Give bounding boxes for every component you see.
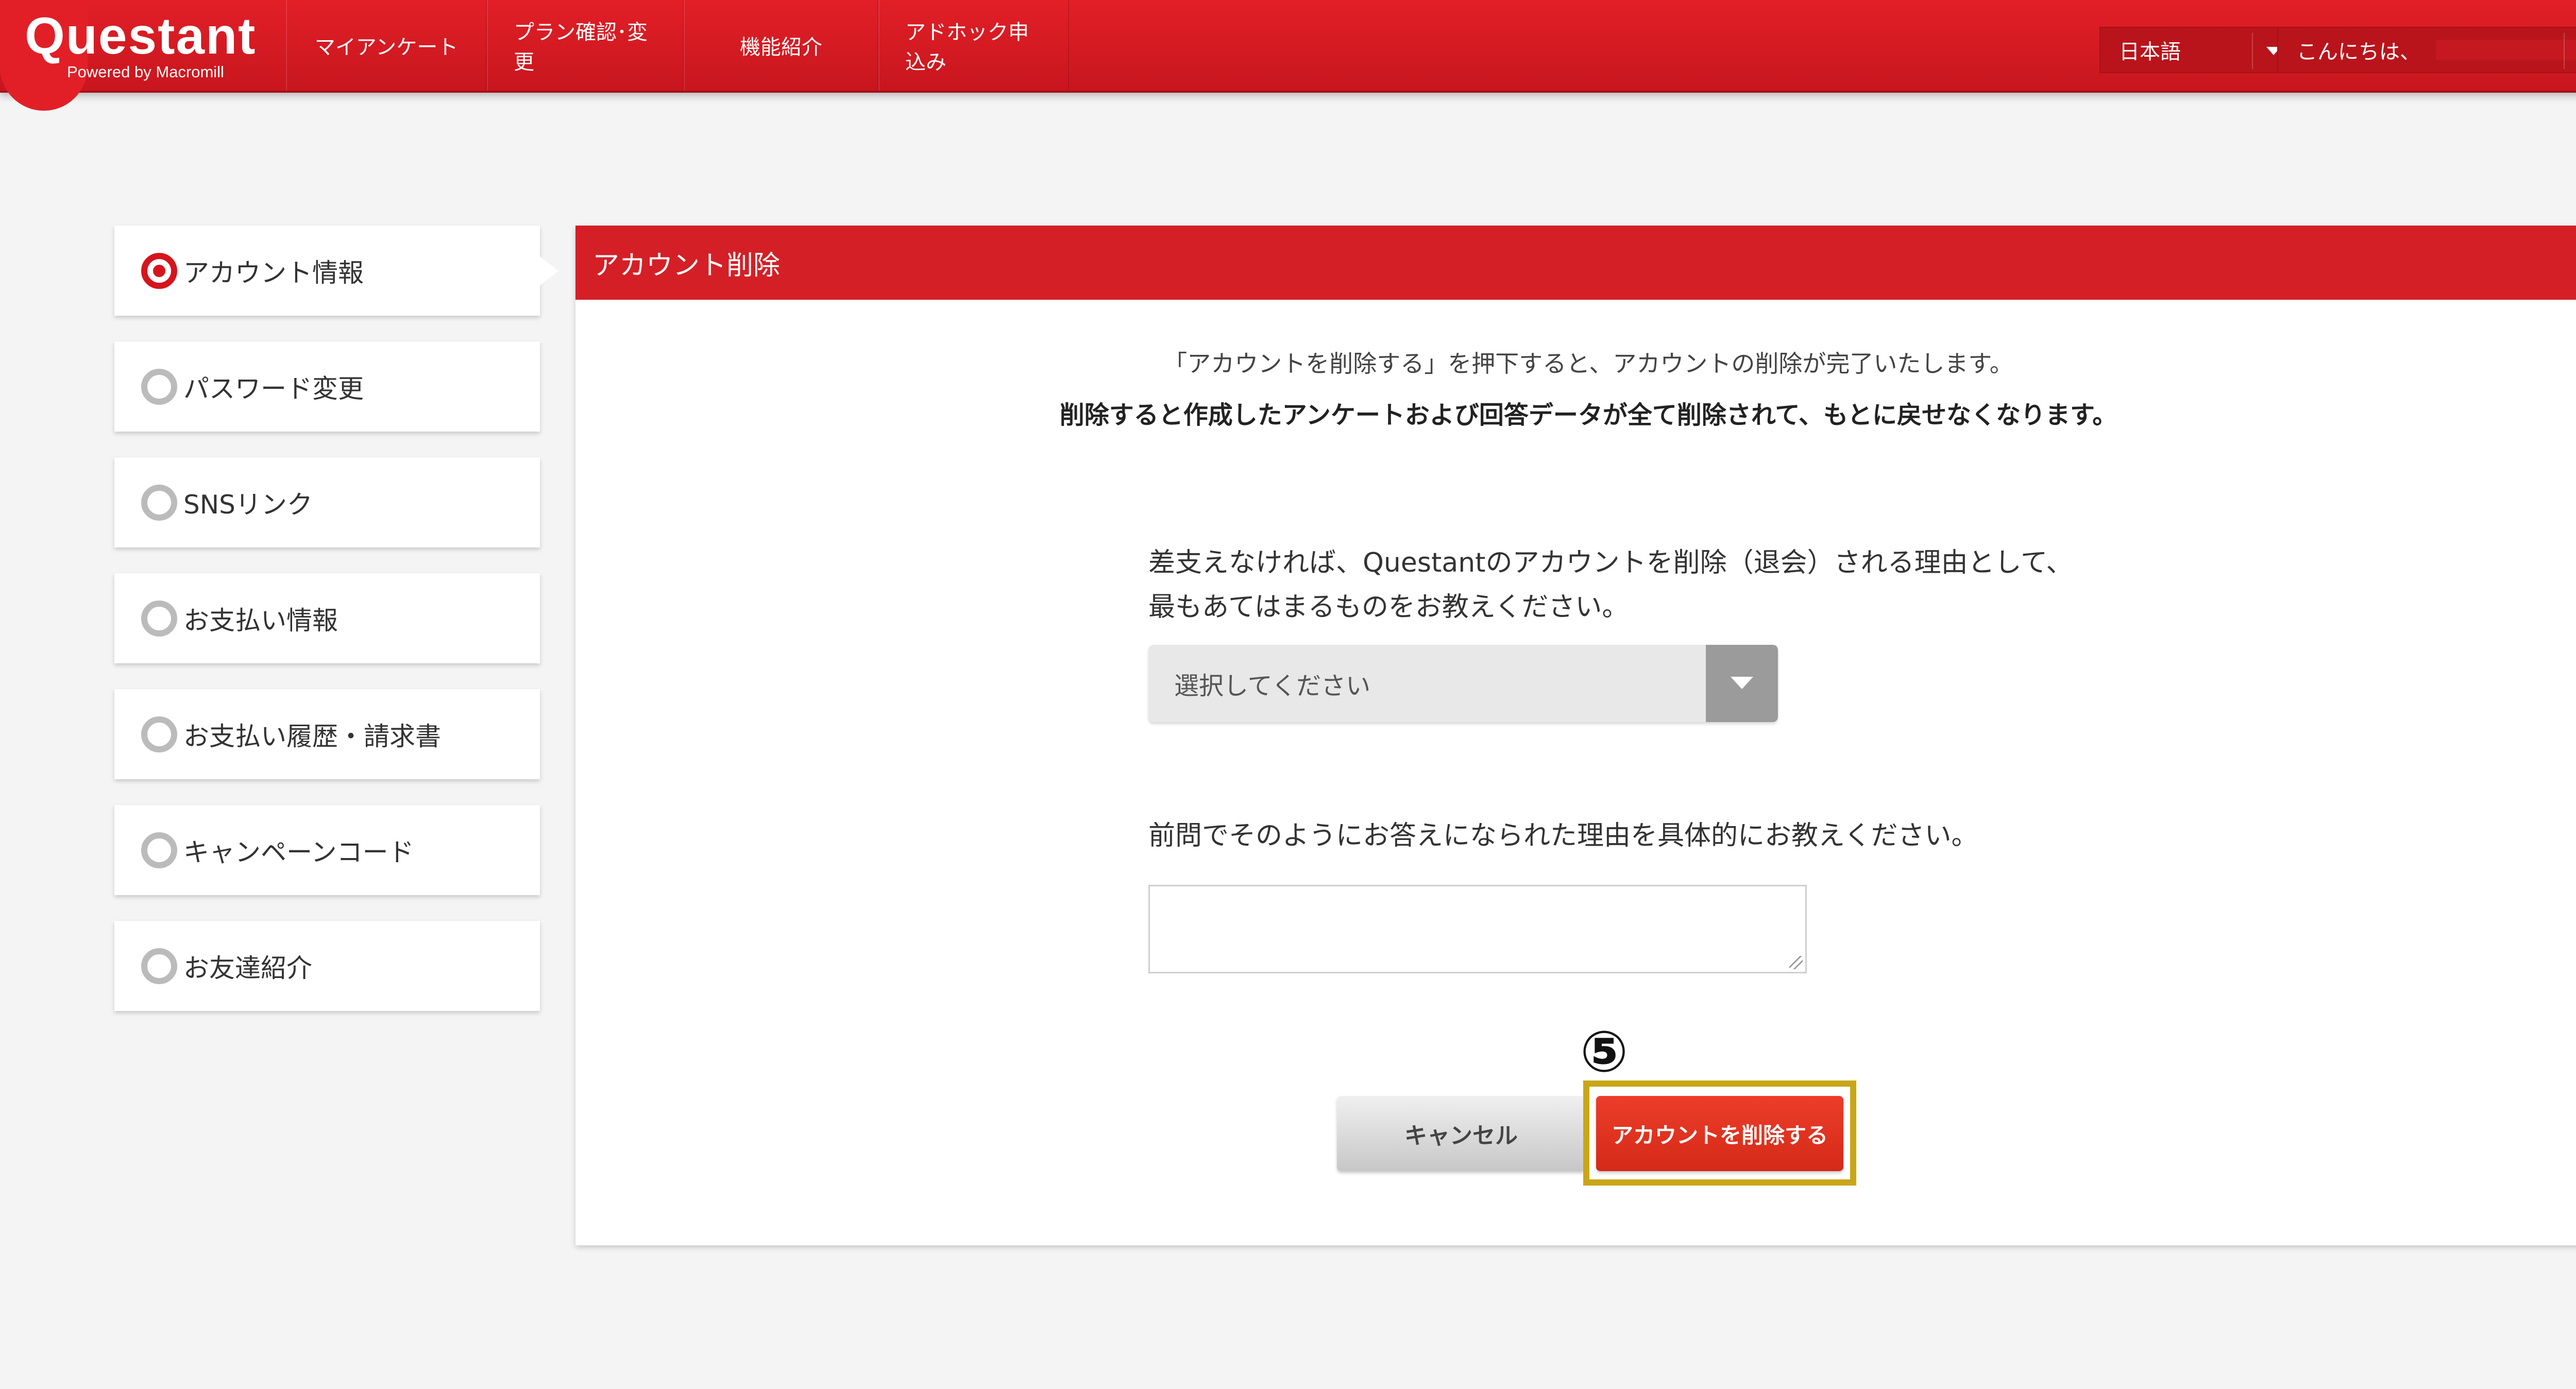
detail-question: 前問でそのようにお答えになられた理由を具体的にお教えください。 [1148,820,1978,851]
reason-select[interactable]: 選択してください [1148,645,1778,722]
cancel-button[interactable]: キャンセル [1337,1096,1585,1171]
delete-account-button[interactable]: アカウントを削除する [1596,1096,1843,1171]
sidebar-item-label: お支払い履歴・請求書 [183,721,441,751]
sidebar-item-sns[interactable]: SNSリンク [114,457,540,547]
account-delete-panel: アカウント削除 「アカウントを削除する」を押下すると、アカウントの削除が完了いた… [575,226,2576,1245]
logo-subtitle: Powered by Macromill [67,63,224,81]
redacted-username [2436,40,2576,60]
delete-warning: 削除すると作成したアンケートおよび回答データが全て削除されて、もとに戻せなくなり… [1059,401,2117,430]
logo-text: Questant [25,7,257,65]
reason-question-line1: 差支えなければ、Questantのアカウントを削除（退会）される理由として、 [1148,547,2073,578]
sidebar-item-label: キャンペーンコード [183,837,414,867]
radio-icon [141,716,177,752]
sidebar-item-billing-history[interactable]: お支払い履歴・請求書 [114,689,540,779]
reason-select-value: 選択してください [1174,672,1371,700]
sidebar-item-label: SNSリンク [183,489,313,520]
resize-handle-icon[interactable] [1789,956,1803,969]
chevron-down-icon[interactable] [1706,645,1778,722]
nav-plan[interactable]: プラン確認･変更 [487,0,684,91]
delete-notice: 「アカウントを削除する」を押下すると、アカウントの削除が完了いたします。 [1163,350,2013,378]
nav-features[interactable]: 機能紹介 [684,0,878,91]
logo[interactable]: Questant Powered by Macromill [25,10,256,81]
divider [2252,33,2253,69]
divider [2564,33,2565,69]
sidebar-item-label: パスワード変更 [183,373,364,404]
user-menu[interactable]: こんにちは、 [2277,27,2576,73]
radio-icon [141,368,177,405]
reason-question-line2: 最もあてはまるものをお教えください。 [1148,592,1629,623]
radio-icon [141,948,177,984]
sidebar-item-campaign-code[interactable]: キャンペーンコード [114,805,540,895]
step-marker: ⑤ [1580,1019,1629,1085]
sidebar-item-account-info[interactable]: アカウント情報 [114,226,558,316]
nav-my-survey[interactable]: マイアンケート [286,0,487,91]
main-nav: マイアンケート プラン確認･変更 機能紹介 アドホック申込み [286,0,1069,91]
radio-selected-icon [141,252,177,289]
panel-title: アカウント削除 [575,226,2576,300]
top-header: Questant Powered by Macromill マイアンケート プラ… [0,0,2576,111]
sidebar-item-label: アカウント情報 [183,258,364,288]
radio-icon [141,600,177,637]
sidebar-item-label: お友達紹介 [183,953,312,983]
sidebar-item-label: お支払い情報 [183,605,338,636]
greeting-text: こんにちは、 [2297,40,2420,64]
language-select[interactable]: 日本語 [2099,27,2300,73]
sidebar-item-payment[interactable]: お支払い情報 [114,573,540,663]
language-value: 日本語 [2119,40,2181,64]
radio-icon [141,832,177,868]
reason-question: 差支えなければ、Questantのアカウントを削除（退会）される理由として、 最… [1148,541,2282,629]
sidebar-item-password[interactable]: パスワード変更 [114,341,540,432]
radio-icon [141,484,177,521]
sidebar: アカウント情報 パスワード変更 SNSリンク お支払い情報 お支払い履歴・請求書… [114,226,558,1037]
detail-textarea[interactable] [1148,885,1807,973]
sidebar-item-referral[interactable]: お友達紹介 [114,921,540,1011]
nav-adhoc[interactable]: アドホック申込み [878,0,1069,91]
